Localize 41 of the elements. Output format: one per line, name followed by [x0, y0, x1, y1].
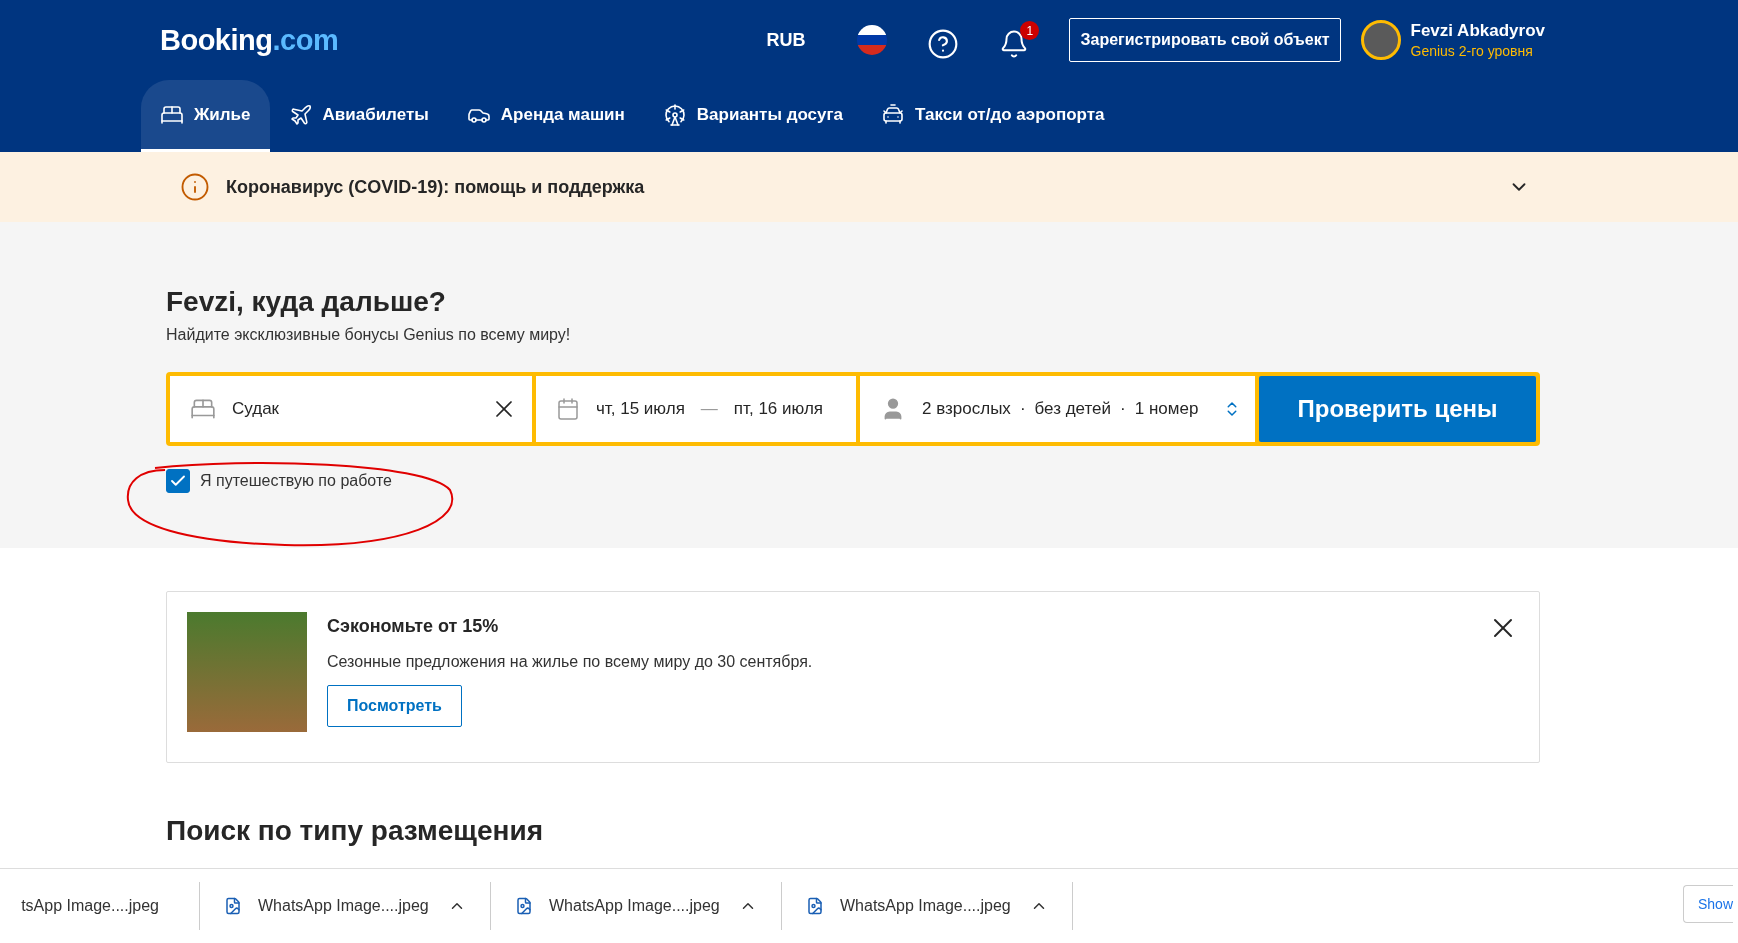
check-prices-button[interactable]: Проверить цены	[1259, 376, 1536, 442]
info-icon	[180, 172, 210, 202]
taxi-icon	[881, 102, 906, 127]
nav-tab[interactable]: Авиабилеты	[269, 80, 448, 152]
file-icon	[515, 897, 533, 915]
download-item[interactable]: WhatsApp Image....jpeg	[782, 882, 1073, 930]
file-icon	[806, 897, 824, 915]
section-title: Поиск по типу размещения	[166, 815, 544, 847]
checkbox[interactable]	[166, 469, 190, 493]
nav-tab[interactable]: Варианты досуга	[643, 80, 863, 152]
search-subtitle: Найдите эксклюзивные бонусы Genius по всему миру!	[166, 326, 572, 344]
user-avatar[interactable]	[1360, 20, 1401, 60]
download-item[interactable]: WhatsApp Image....jpeg	[200, 882, 491, 930]
notifications-button[interactable]: 1	[999, 21, 1040, 59]
notification-badge: 1	[1020, 21, 1040, 40]
banner-text: Коронавирус (COVID-19): помощь и поддержка	[226, 176, 646, 198]
search-heading: Fevzi, куда дальше?	[166, 286, 447, 318]
promo-text: Сезонные предложения на жилье по всему миру до 30 сентября.	[327, 653, 814, 671]
guests-field[interactable]: 2 взрослых · без детей · 1 номер	[860, 376, 1255, 442]
destination-field[interactable]: Судак	[170, 376, 532, 442]
nav-tab[interactable]: Такси от/до аэропорта	[862, 80, 1124, 152]
genius-level: Genius 2-го уровня	[1410, 43, 1534, 59]
view-button[interactable]: Посмотреть	[327, 685, 462, 727]
file-icon	[224, 897, 242, 915]
register-property-button[interactable]: Зарегистрировать свой объект	[1069, 18, 1341, 62]
covid-banner[interactable]: Коронавирус (COVID-19): помощь и поддержка	[0, 152, 1738, 222]
nav-tab[interactable]: Аренда машин	[447, 80, 644, 152]
download-item[interactable]: tsApp Image....jpeg	[0, 882, 200, 930]
calendar-icon	[556, 397, 580, 421]
business-trip-checkbox[interactable]: Я путешествую по работе	[166, 469, 1540, 493]
nav-tab[interactable]: Жилье	[141, 80, 270, 152]
booking-logo[interactable]: Booking.com	[160, 23, 761, 57]
promo-title: Сэкономьте от 15%	[327, 616, 500, 637]
download-item[interactable]: WhatsApp Image....jpeg	[491, 882, 782, 930]
russian-flag-icon[interactable]	[857, 25, 888, 55]
dates-field[interactable]: чт, 15 июля — пт, 16 июля	[536, 376, 856, 442]
currency-button[interactable]: RUB	[760, 28, 812, 52]
ferris-wheel-icon	[662, 102, 687, 127]
show-all-button[interactable]: Show	[1683, 885, 1734, 923]
plane-icon	[288, 102, 313, 127]
user-name: Fevzi Abkadyrov	[1410, 21, 1545, 41]
